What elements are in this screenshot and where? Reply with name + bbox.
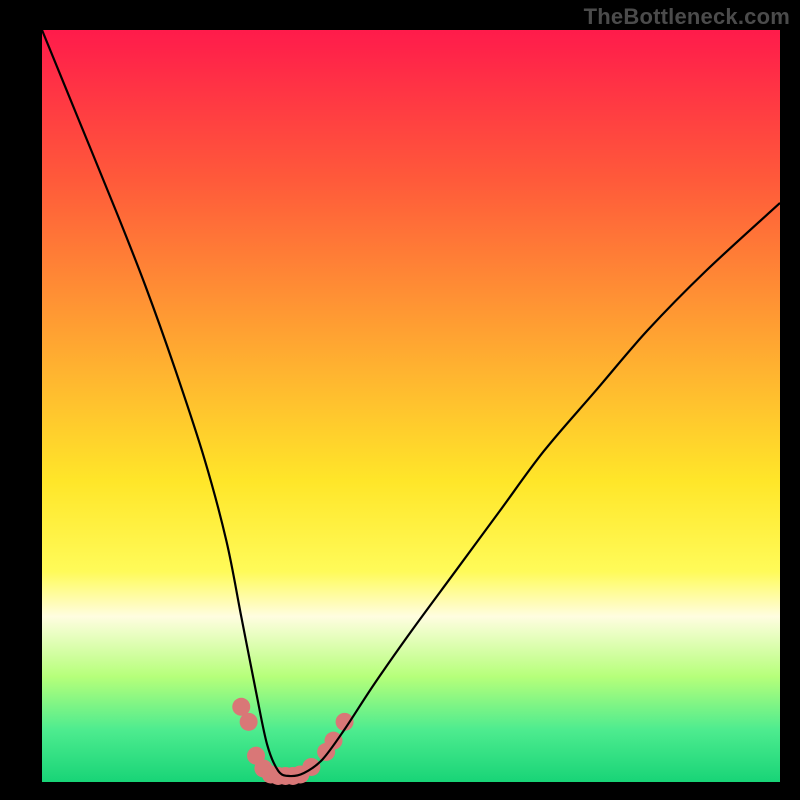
chart-frame: TheBottleneck.com <box>0 0 800 800</box>
plot-background <box>42 30 780 782</box>
watermark-text: TheBottleneck.com <box>584 4 790 30</box>
highlight-marker <box>240 713 258 731</box>
chart-svg <box>0 0 800 800</box>
